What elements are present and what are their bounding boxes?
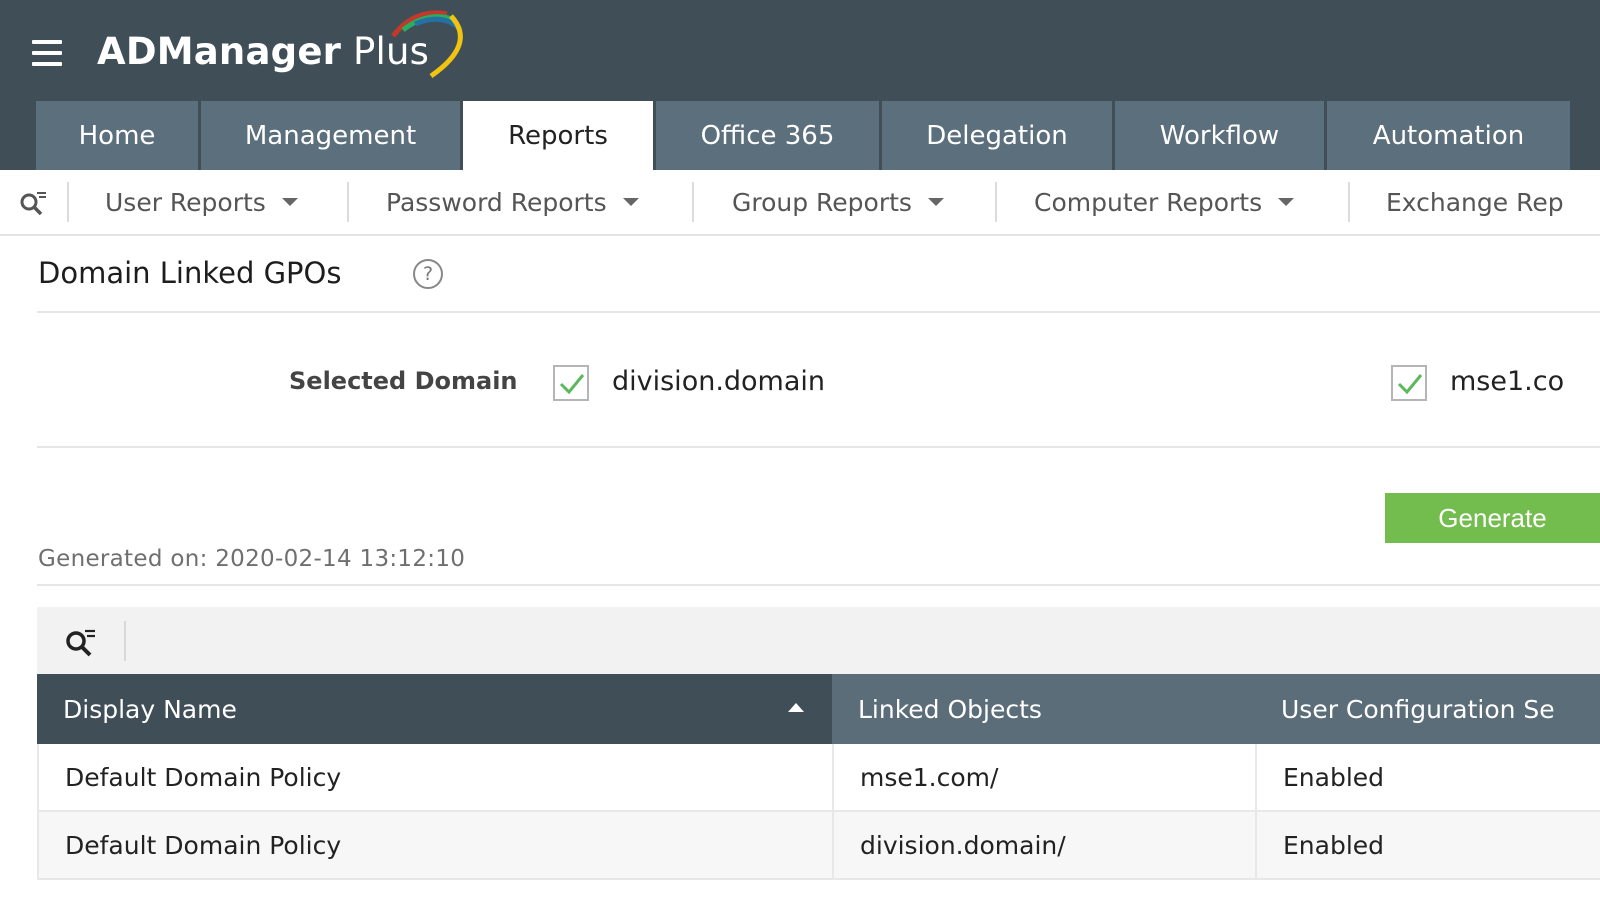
subnav-group-reports[interactable]: Group Reports bbox=[732, 184, 944, 220]
cell-display-name: Default Domain Policy bbox=[37, 744, 832, 810]
divider bbox=[1348, 182, 1350, 222]
column-header-display-name[interactable]: Display Name bbox=[37, 674, 832, 744]
app-logo[interactable]: ADManager Plus bbox=[97, 30, 429, 73]
search-filter-icon[interactable] bbox=[63, 625, 97, 659]
subnav-password-reports[interactable]: Password Reports bbox=[386, 184, 639, 220]
divider bbox=[692, 182, 694, 222]
cell-user-configuration: Enabled bbox=[1255, 812, 1600, 878]
divider bbox=[37, 584, 1600, 586]
domain-name: division.domain bbox=[612, 366, 826, 397]
column-header-user-configuration[interactable]: User Configuration Se bbox=[1255, 674, 1600, 744]
tab-management[interactable]: Management bbox=[201, 101, 460, 170]
caret-down-icon bbox=[1278, 198, 1295, 206]
selected-domain-label: Selected Domain bbox=[289, 367, 518, 395]
divider bbox=[37, 446, 1600, 448]
menu-icon[interactable] bbox=[32, 40, 64, 70]
checkmark-icon bbox=[1397, 374, 1423, 395]
subnav-user-reports[interactable]: User Reports bbox=[105, 184, 298, 220]
divider bbox=[995, 182, 997, 222]
subnav-label: User Reports bbox=[105, 187, 266, 217]
report-table: Display Name Linked Objects User Configu… bbox=[37, 674, 1600, 880]
caret-down-icon bbox=[622, 198, 639, 206]
divider bbox=[37, 311, 1600, 313]
domain-checkbox[interactable] bbox=[553, 365, 589, 401]
subnav-label: Group Reports bbox=[732, 187, 912, 217]
table-row[interactable]: Default Domain Policy division.domain/ E… bbox=[37, 812, 1600, 880]
table-header: Display Name Linked Objects User Configu… bbox=[37, 674, 1600, 744]
column-label: Display Name bbox=[63, 694, 237, 724]
checkmark-icon bbox=[559, 374, 585, 395]
sort-ascending-icon bbox=[788, 703, 804, 712]
search-filter-icon[interactable] bbox=[18, 188, 48, 218]
cell-user-configuration: Enabled bbox=[1255, 744, 1600, 810]
tab-home[interactable]: Home bbox=[36, 101, 198, 170]
caret-down-icon bbox=[927, 198, 944, 206]
cell-linked-objects: division.domain/ bbox=[832, 812, 1255, 878]
tab-delegation[interactable]: Delegation bbox=[882, 101, 1112, 170]
domain-name: mse1.co bbox=[1450, 366, 1565, 397]
column-label: User Configuration Se bbox=[1281, 694, 1555, 724]
divider bbox=[347, 182, 349, 222]
tab-automation[interactable]: Automation bbox=[1327, 101, 1570, 170]
generate-button[interactable]: Generate bbox=[1385, 493, 1600, 543]
tab-reports[interactable]: Reports bbox=[463, 101, 653, 170]
divider bbox=[124, 621, 126, 661]
tab-workflow[interactable]: Workflow bbox=[1115, 101, 1324, 170]
subnav-label: Exchange Rep bbox=[1386, 187, 1564, 217]
tab-office-365[interactable]: Office 365 bbox=[656, 101, 879, 170]
help-icon[interactable]: ? bbox=[413, 259, 443, 289]
reports-subnav: User Reports Password Reports Group Repo… bbox=[0, 170, 1600, 236]
logo-arc-icon bbox=[391, 10, 463, 79]
column-header-linked-objects[interactable]: Linked Objects bbox=[832, 674, 1255, 744]
subnav-computer-reports[interactable]: Computer Reports bbox=[1034, 184, 1295, 220]
caret-down-icon bbox=[281, 198, 298, 206]
column-label: Linked Objects bbox=[858, 694, 1042, 724]
top-header: ADManager Plus Home Management Reports O… bbox=[0, 0, 1600, 170]
subnav-label: Computer Reports bbox=[1034, 187, 1263, 217]
domain-checkbox[interactable] bbox=[1391, 365, 1427, 401]
subnav-exchange-reports[interactable]: Exchange Rep bbox=[1386, 184, 1564, 220]
cell-linked-objects: mse1.com/ bbox=[832, 744, 1255, 810]
generated-on-text: Generated on: 2020-02-14 13:12:10 bbox=[38, 546, 466, 572]
table-toolbar bbox=[37, 607, 1600, 674]
subnav-label: Password Reports bbox=[386, 187, 607, 217]
app-name-bold: ADManager bbox=[97, 30, 342, 73]
divider bbox=[67, 182, 69, 222]
cell-display-name: Default Domain Policy bbox=[37, 812, 832, 878]
table-row[interactable]: Default Domain Policy mse1.com/ Enabled bbox=[37, 744, 1600, 812]
page-title: Domain Linked GPOs bbox=[38, 256, 342, 290]
main-tabs: Home Management Reports Office 365 Deleg… bbox=[36, 101, 1573, 170]
